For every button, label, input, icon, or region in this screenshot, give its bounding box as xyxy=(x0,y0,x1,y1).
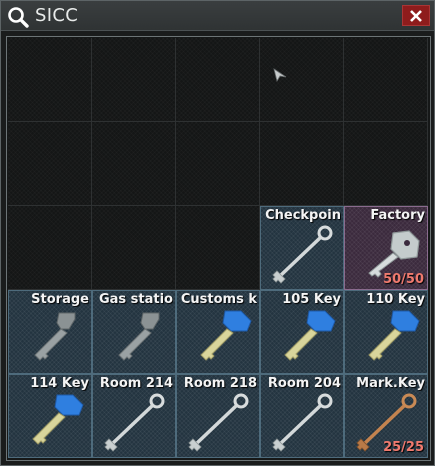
empty-slot[interactable] xyxy=(344,38,428,122)
key-icon xyxy=(272,393,333,452)
inventory-grid-frame: Checkpoin Factory 50/50 Storage Gas stat… xyxy=(6,36,431,461)
key-icon xyxy=(368,310,420,361)
key-icon xyxy=(200,310,252,361)
empty-slot[interactable] xyxy=(92,206,176,290)
mouse-cursor-icon xyxy=(273,68,287,83)
item-name: Room 218 xyxy=(183,376,257,391)
key-icon xyxy=(32,394,84,445)
key-icon xyxy=(284,310,336,361)
item-slot-factory-key[interactable]: Factory 50/50 xyxy=(344,206,428,290)
item-slot-marked-key[interactable]: Mark.Key 25/25 xyxy=(344,374,428,458)
item-name: Gas statio xyxy=(98,292,173,307)
key-icon xyxy=(104,393,165,452)
empty-slot[interactable] xyxy=(260,122,344,206)
key-icon xyxy=(272,225,333,284)
item-slot-room-218-key[interactable]: Room 218 xyxy=(176,374,260,458)
close-icon xyxy=(410,10,422,22)
empty-slot[interactable] xyxy=(176,122,260,206)
item-slot-storage-key[interactable]: Storage xyxy=(8,290,92,374)
item-name: Storage xyxy=(31,292,89,307)
search-icon xyxy=(7,6,29,28)
item-count: 50/50 xyxy=(383,272,424,287)
item-name: Room 214 xyxy=(99,376,173,391)
item-slot-customs-key[interactable]: Customs k xyxy=(176,290,260,374)
inventory-window: SICC Checkpoin Factory 50/50 Storage Gas… xyxy=(0,0,435,466)
item-slot-checkpoint-key[interactable]: Checkpoin xyxy=(260,206,344,290)
item-name: 105 Key xyxy=(282,292,341,307)
empty-slot[interactable] xyxy=(8,206,92,290)
item-slot-room-214-key[interactable]: Room 214 xyxy=(92,374,176,458)
item-name: Customs k xyxy=(180,292,257,307)
empty-slot[interactable] xyxy=(8,122,92,206)
search-query-text[interactable]: SICC xyxy=(35,5,78,27)
empty-slot[interactable] xyxy=(344,122,428,206)
item-slot-105-key[interactable]: 105 Key xyxy=(260,290,344,374)
item-slot-gas-station-key[interactable]: Gas statio xyxy=(92,290,176,374)
item-name: Factory xyxy=(370,208,425,223)
item-count: 25/25 xyxy=(383,440,424,455)
empty-slot[interactable] xyxy=(92,38,176,122)
window-titlebar: SICC xyxy=(1,1,434,31)
item-slot-room-204-key[interactable]: Room 204 xyxy=(260,374,344,458)
close-button[interactable] xyxy=(402,5,430,26)
key-icon xyxy=(188,393,249,452)
item-name: 110 Key xyxy=(366,292,425,307)
empty-slot[interactable] xyxy=(8,38,92,122)
item-name: Checkpoin xyxy=(265,208,341,223)
item-name: Mark.Key xyxy=(356,376,425,391)
key-icon xyxy=(118,312,160,361)
empty-slot[interactable] xyxy=(176,206,260,290)
item-slot-110-key[interactable]: 110 Key xyxy=(344,290,428,374)
item-slot-114-key[interactable]: 114 Key xyxy=(8,374,92,458)
empty-slot[interactable] xyxy=(92,122,176,206)
key-icon xyxy=(34,312,76,361)
empty-slot[interactable] xyxy=(176,38,260,122)
item-name: Room 204 xyxy=(267,376,341,391)
item-name: 114 Key xyxy=(30,376,89,391)
inventory-grid: Checkpoin Factory 50/50 Storage Gas stat… xyxy=(8,38,428,458)
